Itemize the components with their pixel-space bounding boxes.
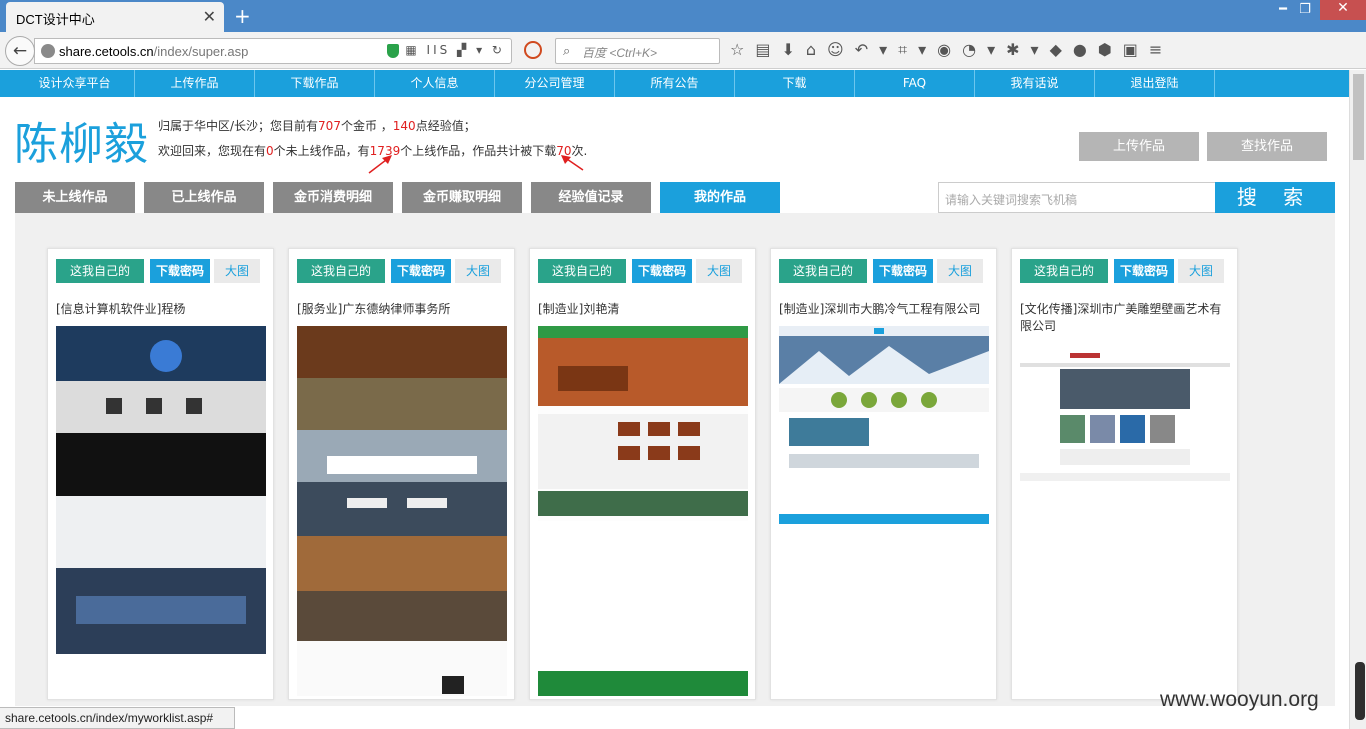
work-card: 这我自己的 下载密码 大图 [信息计算机软件业]程杨 <box>47 248 274 700</box>
url-domain: share.cetools.cn <box>59 44 154 59</box>
browser-search-placeholder: 百度 <Ctrl+K> <box>582 46 658 60</box>
nav-item-branch[interactable]: 分公司管理 <box>495 70 615 97</box>
tab-title: DCT设计中心 <box>16 12 95 27</box>
not-online-count: 0 <box>266 144 274 158</box>
own-button[interactable]: 这我自己的 <box>56 259 144 283</box>
tab-coin-spend[interactable]: 金币消费明细 <box>273 182 393 213</box>
work-thumbnail[interactable] <box>1020 349 1230 481</box>
globe-icon <box>41 44 55 58</box>
tab-coin-earn[interactable]: 金币赚取明细 <box>402 182 522 213</box>
scroll-indicator <box>1355 662 1365 720</box>
big-image-button[interactable]: 大图 <box>455 259 501 283</box>
own-button[interactable]: 这我自己的 <box>779 259 867 283</box>
nav-item-logout[interactable]: 退出登陆 <box>1095 70 1215 97</box>
profile-text: 个金币 ， <box>340 119 393 133</box>
user-name: 陈柳毅 <box>14 119 149 170</box>
nav-item-faq[interactable]: FAQ <box>855 70 975 97</box>
find-button[interactable]: 查找作品 <box>1207 132 1327 161</box>
search-input[interactable]: 请输入关键词搜索飞机稿 <box>938 182 1216 213</box>
annotation-arrow <box>368 155 392 174</box>
work-thumbnail[interactable] <box>297 326 507 696</box>
work-card: 这我自己的 下载密码 大图 [服务业]广东德纳律师事务所 <box>288 248 515 700</box>
watermark: www.wooyun.org <box>1160 688 1319 711</box>
upload-button[interactable]: 上传作品 <box>1079 132 1199 161</box>
back-arrow-icon: ← <box>12 41 28 61</box>
site-nav: 设计众享平台 上传作品 下载作品 个人信息 分公司管理 所有公告 下载 FAQ … <box>0 70 1349 97</box>
big-image-button[interactable]: 大图 <box>214 259 260 283</box>
work-thumbnail[interactable] <box>56 326 266 654</box>
new-tab-icon[interactable]: + <box>234 4 251 28</box>
browser-navbar: share.cetools.cn/index/super.asp ▦ IIS ▞… <box>0 32 1366 69</box>
nav-item-announcements[interactable]: 所有公告 <box>615 70 735 97</box>
block-icon[interactable] <box>524 41 542 59</box>
download-password-button[interactable]: 下载密码 <box>873 259 933 283</box>
browser-tab[interactable]: DCT设计中心 ✕ <box>6 2 224 32</box>
url-bar-icons: ▦ IIS ▞ ▾ ↻ <box>386 43 505 58</box>
tab-online[interactable]: 已上线作品 <box>144 182 264 213</box>
nav-item-download[interactable]: 下载 <box>735 70 855 97</box>
download-password-button[interactable]: 下载密码 <box>391 259 451 283</box>
work-title: [信息计算机软件业]程杨 <box>56 302 186 316</box>
nav-item-upload[interactable]: 上传作品 <box>135 70 255 97</box>
browser-search-input[interactable]: ⌕ 百度 <Ctrl+K> <box>555 38 720 64</box>
download-password-button[interactable]: 下载密码 <box>1114 259 1174 283</box>
search-icon: ⌕ <box>563 43 571 58</box>
window-close-icon[interactable]: ✕ <box>1320 0 1366 20</box>
search-button[interactable]: 搜 索 <box>1215 182 1335 213</box>
tab-my-works[interactable]: 我的作品 <box>660 182 780 213</box>
work-title: [制造业]刘艳清 <box>538 302 620 316</box>
tab-exp[interactable]: 经验值记录 <box>531 182 651 213</box>
url-path: /index/super.asp <box>153 44 249 59</box>
url-bar[interactable]: share.cetools.cn/index/super.asp ▦ IIS ▞… <box>34 38 512 64</box>
work-title: [文化传播]深圳市广美雕塑壁画艺术有限公司 <box>1020 302 1222 333</box>
nav-item-download-works[interactable]: 下载作品 <box>255 70 375 97</box>
work-card: 这我自己的 下载密码 大图 [制造业]刘艳清 <box>529 248 756 700</box>
toolbar-icons[interactable]: ☆▤⬇⌂☺↶▾⌗▾◉◔▾✱▾◆●⬢▣≡ <box>730 40 1173 60</box>
own-button[interactable]: 这我自己的 <box>297 259 385 283</box>
status-bar-url: share.cetools.cn/index/myworklist.asp# <box>0 707 235 729</box>
download-password-button[interactable]: 下载密码 <box>632 259 692 283</box>
tab-not-online[interactable]: 未上线作品 <box>15 182 135 213</box>
profile-text: 归属于华中区/长沙；您目前有 <box>158 119 319 133</box>
big-image-button[interactable]: 大图 <box>937 259 983 283</box>
download-password-button[interactable]: 下载密码 <box>150 259 210 283</box>
annotation-arrow <box>561 155 584 171</box>
profile-text: 点经验值； <box>415 119 476 133</box>
browser-titlebar: DCT设计中心 ✕ + ━ ❐ ✕ <box>0 0 1366 32</box>
profile-text: 个上线作品，作品共计被下载 <box>400 144 557 158</box>
profile-line-1: 归属于华中区/长沙；您目前有707个金币 ，140点经验值； <box>158 117 476 134</box>
work-title: [服务业]广东德纳律师事务所 <box>297 302 451 316</box>
back-button[interactable]: ← <box>5 36 35 66</box>
shield-icon[interactable] <box>386 43 399 58</box>
nav-item-platform[interactable]: 设计众享平台 <box>15 70 135 97</box>
nav-item-feedback[interactable]: 我有话说 <box>975 70 1095 97</box>
restore-icon[interactable]: ❐ <box>1292 2 1318 20</box>
profile-text: 欢迎回来，您现在有 <box>158 144 267 158</box>
big-image-button[interactable]: 大图 <box>696 259 742 283</box>
big-image-button[interactable]: 大图 <box>1178 259 1224 283</box>
own-button[interactable]: 这我自己的 <box>1020 259 1108 283</box>
close-tab-icon[interactable]: ✕ <box>203 7 216 27</box>
scrollbar-thumb[interactable] <box>1353 74 1364 160</box>
work-card: 这我自己的 下载密码 大图 [制造业]深圳市大鹏冷气工程有限公司 <box>770 248 997 700</box>
work-title: [制造业]深圳市大鹏冷气工程有限公司 <box>779 302 981 316</box>
coin-count: 707 <box>318 119 341 133</box>
nav-item-profile[interactable]: 个人信息 <box>375 70 495 97</box>
vertical-scrollbar[interactable] <box>1349 70 1366 729</box>
url-text[interactable]: share.cetools.cn/index/super.asp <box>59 44 248 59</box>
work-card: 这我自己的 下载密码 大图 [文化传播]深圳市广美雕塑壁画艺术有限公司 <box>1011 248 1238 700</box>
exp-count: 140 <box>392 119 416 133</box>
work-thumbnail[interactable] <box>779 326 989 524</box>
profile-text: 个未上线作品，有 <box>273 144 370 158</box>
own-button[interactable]: 这我自己的 <box>538 259 626 283</box>
work-thumbnail[interactable] <box>538 326 748 696</box>
